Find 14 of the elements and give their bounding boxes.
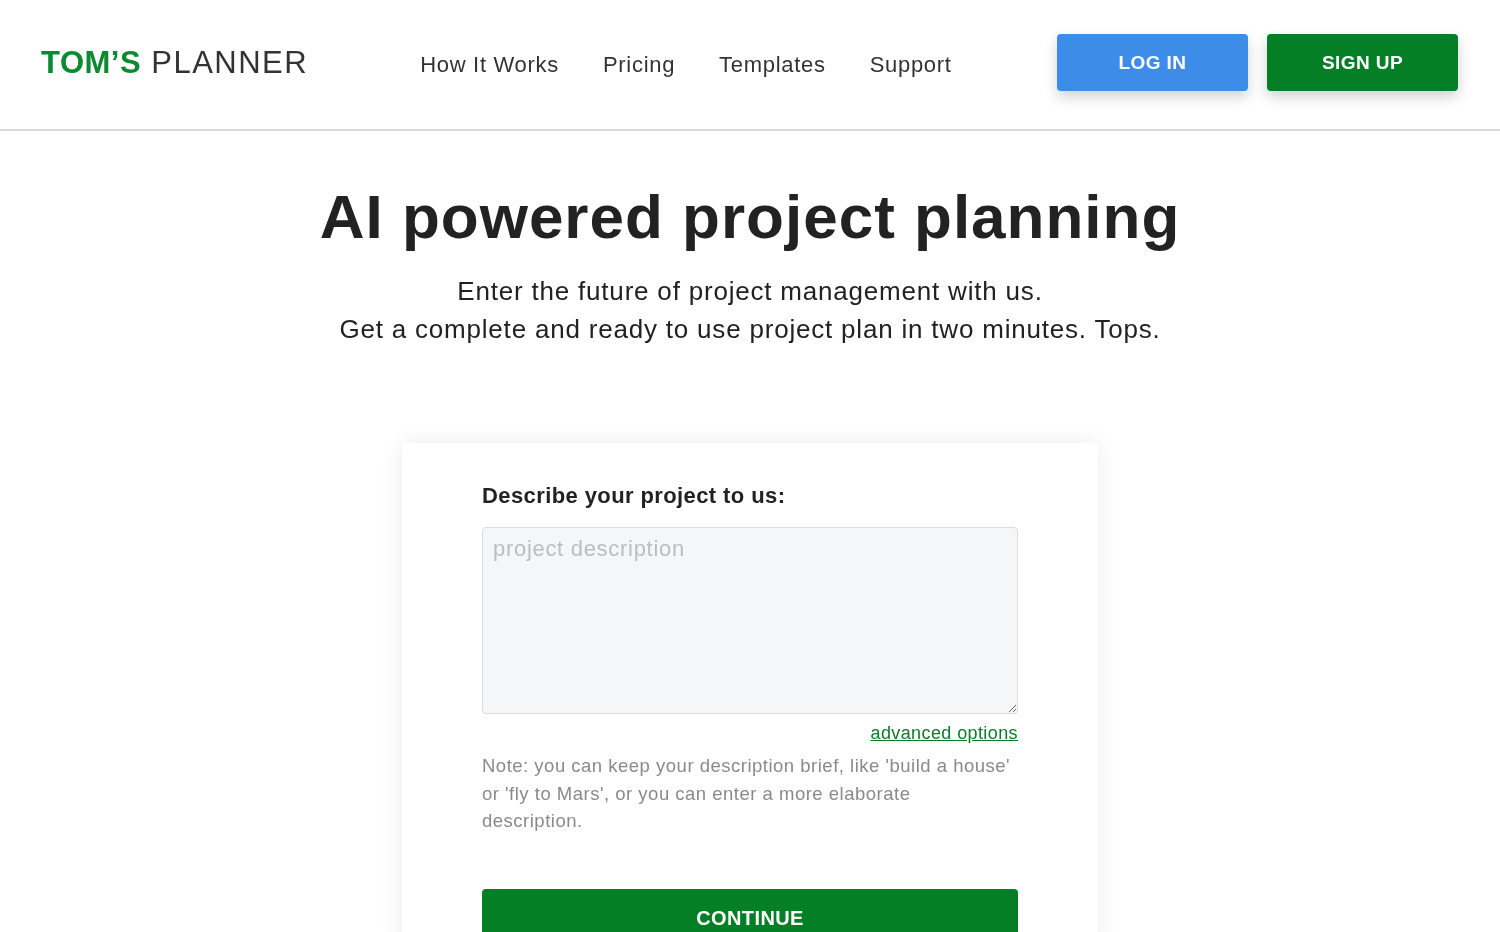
- nav-link[interactable]: Pricing: [602, 51, 676, 78]
- note-text: Note: you can keep your description brief, like 'build a house' or 'fly to Mars', or you can enter a more elaborate description.: [482, 754, 1012, 833]
- field-label: Describe your project to us:: [482, 483, 787, 509]
- hero-subtitle: Get a complete and ready to use project plan in two minutes. Tops.: [338, 313, 1162, 346]
- nav-link[interactable]: Support: [869, 51, 952, 78]
- sign-up-button[interactable]: SIGN UP: [1267, 34, 1458, 91]
- hero-subtitle: Enter the future of project management with us.: [456, 275, 1044, 308]
- nav-link[interactable]: Templates: [719, 51, 826, 78]
- logo-wordmark[interactable]: TOM’S PLANNER: [41, 44, 309, 81]
- continue-button[interactable]: CONTINUE: [482, 888, 1018, 932]
- description-field[interactable]: project description: [482, 527, 1018, 714]
- hero-title: AI powered project planning: [318, 181, 1182, 253]
- nav-link[interactable]: How It Works: [420, 51, 559, 78]
- advanced-options-link[interactable]: advanced options: [870, 722, 1018, 744]
